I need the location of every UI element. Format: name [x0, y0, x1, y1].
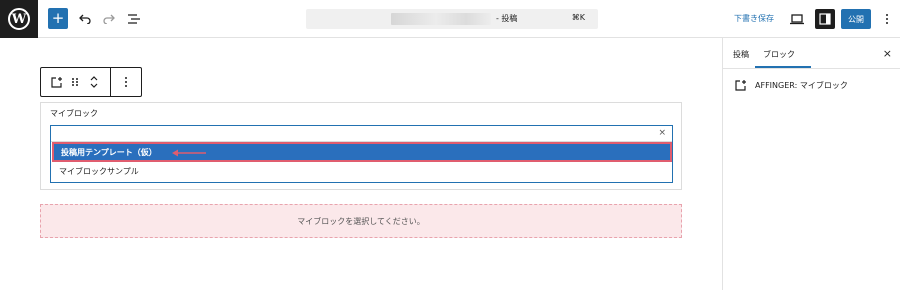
- save-draft-button[interactable]: 下書き保存: [734, 13, 774, 24]
- block-options-icon[interactable]: [118, 74, 134, 90]
- clear-selection-icon[interactable]: ×: [658, 128, 666, 138]
- tab-post[interactable]: 投稿: [733, 49, 749, 60]
- options-menu-icon[interactable]: [882, 11, 892, 27]
- close-sidebar-icon[interactable]: ×: [883, 47, 892, 60]
- option-template-highlighted[interactable]: 投稿用テンプレート（仮）: [52, 142, 672, 162]
- command-shortcut: ⌘K: [571, 13, 585, 22]
- option-myblock-sample[interactable]: マイブロックサンプル: [59, 166, 139, 177]
- publish-button[interactable]: 公開: [841, 9, 871, 29]
- toolbar-divider: [110, 68, 111, 96]
- myblock-select[interactable]: × 投稿用テンプレート（仮） マイブロックサンプル: [50, 125, 673, 183]
- placeholder-text: マイブロックを選択してください。: [297, 216, 425, 226]
- editor-top-toolbar: W + - 投稿 ⌘K 下書き保存 公開: [0, 0, 900, 38]
- preview-device-icon[interactable]: [790, 11, 804, 30]
- command-palette-bar[interactable]: - 投稿 ⌘K: [306, 9, 598, 29]
- sidebar-panel-icon: [819, 13, 831, 25]
- drag-handle-icon[interactable]: [67, 74, 83, 90]
- annotation-arrow-icon: [172, 149, 206, 157]
- document-overview-icon[interactable]: [125, 10, 143, 28]
- sidebar-tabs: 投稿 ブロック ×: [723, 38, 900, 69]
- option-label: 投稿用テンプレート（仮）: [61, 148, 157, 157]
- add-block-button[interactable]: +: [48, 8, 68, 29]
- tab-block[interactable]: ブロック: [763, 49, 795, 60]
- undo-icon[interactable]: [76, 10, 94, 28]
- block-type-icon: [735, 80, 746, 91]
- myblock-block: マイブロック × 投稿用テンプレート（仮） マイブロックサンプル: [40, 102, 682, 190]
- redo-icon[interactable]: [100, 10, 118, 28]
- blurred-site-title: [391, 13, 491, 25]
- sidebar-block-name: AFFINGER: マイブロック: [755, 80, 848, 90]
- wordpress-logo-button[interactable]: W: [0, 0, 38, 38]
- block-toolbar: [40, 67, 142, 97]
- myblock-select-input[interactable]: ×: [51, 126, 672, 142]
- block-label: マイブロック: [50, 109, 98, 118]
- myblock-placeholder: マイブロックを選択してください。: [40, 204, 682, 238]
- move-up-down-icon[interactable]: [86, 74, 102, 90]
- active-tab-indicator: [755, 66, 811, 68]
- settings-sidebar: 投稿 ブロック × AFFINGER: マイブロック: [722, 38, 900, 290]
- sidebar-block-card: AFFINGER: マイブロック: [735, 79, 848, 91]
- settings-sidebar-toggle[interactable]: [815, 9, 835, 29]
- block-type-icon[interactable]: [49, 74, 65, 90]
- wordpress-logo-icon: W: [8, 8, 30, 30]
- command-bar-title: - 投稿: [496, 14, 518, 23]
- editor-canvas: マイブロック × 投稿用テンプレート（仮） マイブロックサンプル マイブロックを…: [0, 38, 722, 290]
